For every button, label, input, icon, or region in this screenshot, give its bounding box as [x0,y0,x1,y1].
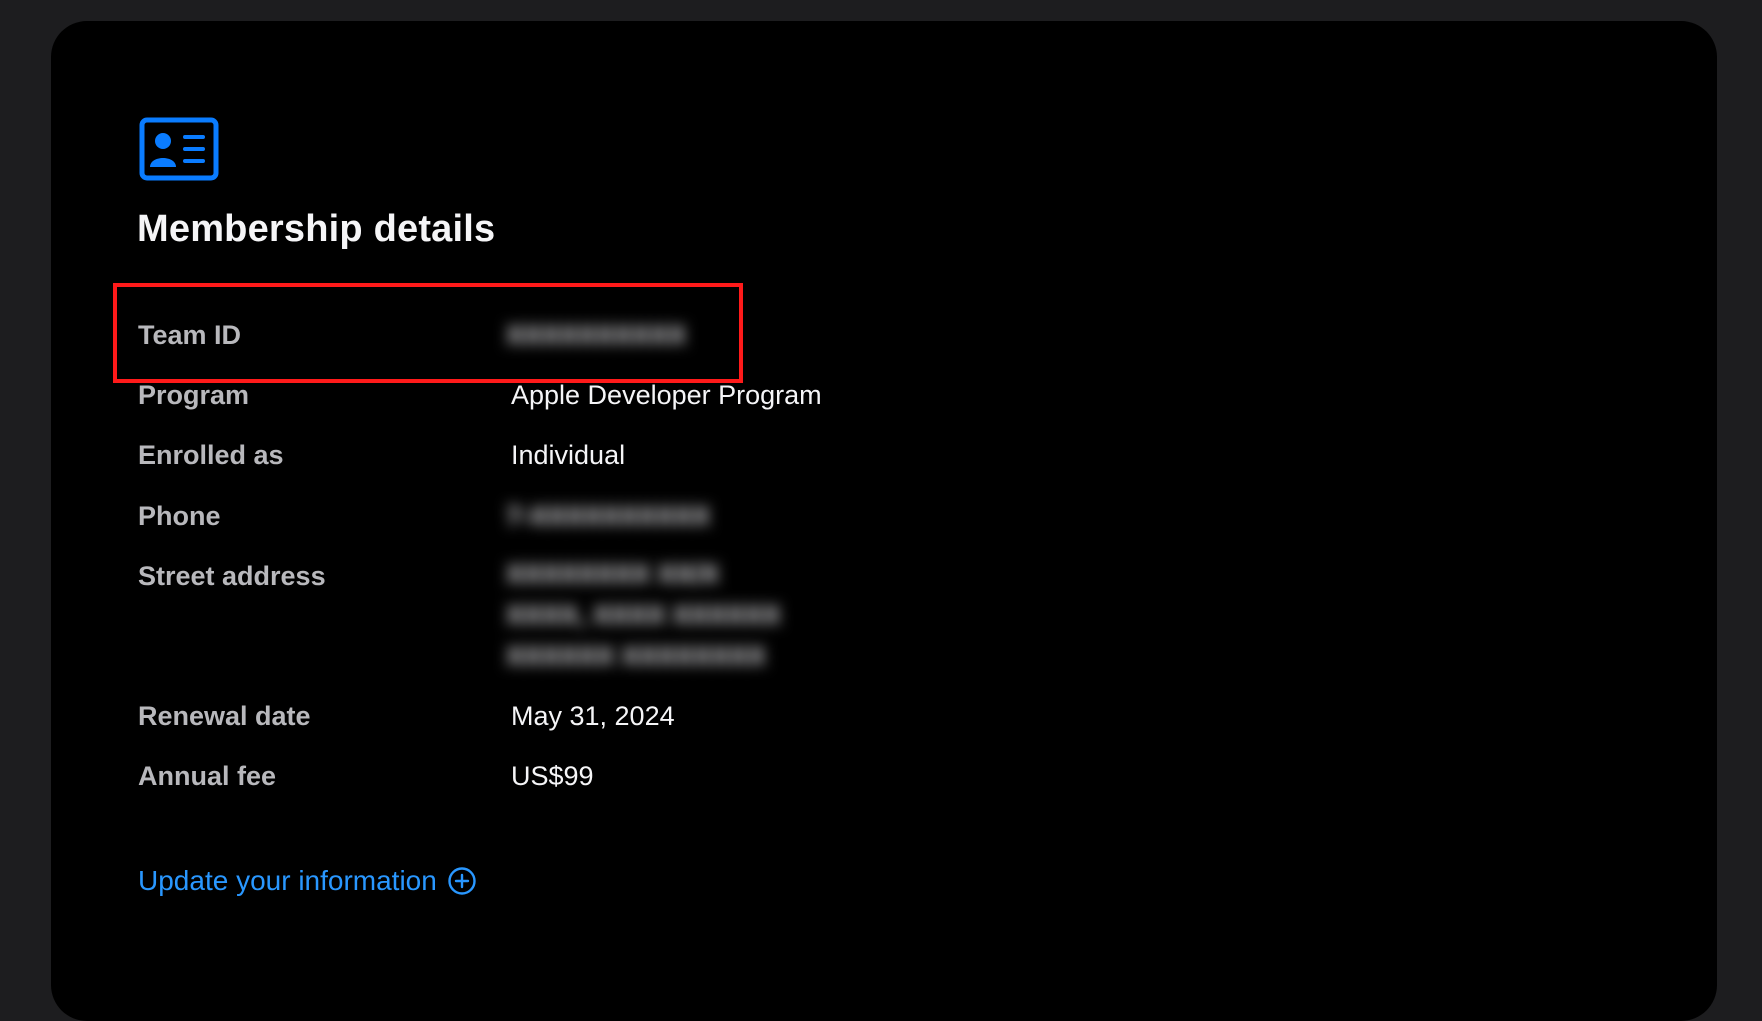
membership-card: Membership details Team ID XXXXXXXXXX Pr… [51,21,1717,1021]
annual-fee-label: Annual fee [138,761,277,791]
renewal-date-value: May 31, 2024 [511,701,675,731]
plus-circle-icon [447,866,477,896]
street-address-line: XXXXXXXX XX/X [506,559,720,589]
phone-value: 7-XXXXXXXXXX [506,501,711,531]
street-address-line: XXXXXX XXXXXXXX [506,641,766,671]
program-value: Apple Developer Program [511,380,822,410]
street-address-label: Street address [138,561,326,591]
street-address-value: XXXXXXXX XX/X XXXX, XXXX XXXXXX XXXXXX X… [506,554,781,677]
contact-card-icon [139,117,219,181]
update-information-link[interactable]: Update your information [138,865,477,897]
renewal-date-label: Renewal date [138,701,311,731]
team-id-highlight-box [113,283,743,383]
enrolled-as-value: Individual [511,440,626,470]
update-information-label: Update your information [138,865,437,896]
phone-label: Phone [138,501,221,531]
street-address-line: XXXX, XXXX XXXXXX [506,600,781,630]
program-label: Program [138,380,250,410]
page-title: Membership details [137,208,496,250]
enrolled-as-label: Enrolled as [138,440,284,470]
annual-fee-value: US$99 [511,761,594,791]
